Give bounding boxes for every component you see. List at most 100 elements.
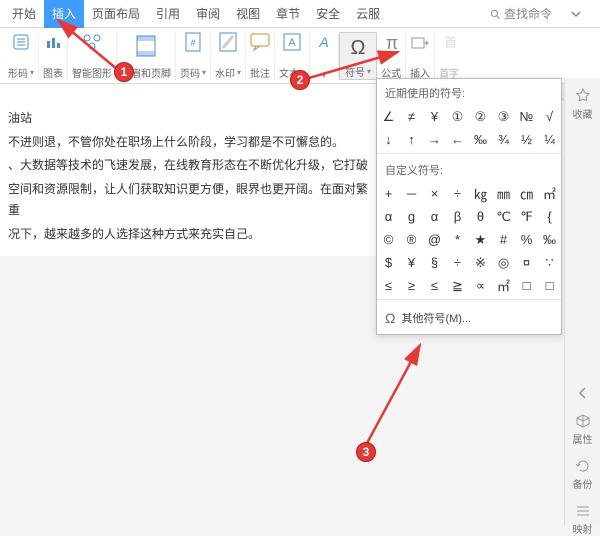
- ribbon-page-number[interactable]: # 页码▾: [176, 32, 211, 80]
- tab-bar: 开始 插入 页面布局 引用 审阅 视图 章节 安全 云服 查找命令: [0, 0, 600, 28]
- tab-cloud[interactable]: 云服: [348, 0, 388, 28]
- symbol-cell[interactable]: α: [423, 205, 446, 228]
- symbol-cell[interactable]: *: [446, 228, 469, 251]
- rail-map[interactable]: 映射: [573, 503, 593, 536]
- symbol-cell[interactable]: ÷: [446, 251, 469, 274]
- rail-favorite[interactable]: 收藏: [573, 88, 593, 121]
- symbol-cell[interactable]: ≤: [423, 274, 446, 297]
- tab-view[interactable]: 视图: [228, 0, 268, 28]
- omega-icon: Ω: [385, 310, 395, 326]
- symbol-cell[interactable]: □: [538, 274, 561, 297]
- symbol-cell[interactable]: ¾: [492, 128, 515, 151]
- tab-start[interactable]: 开始: [4, 0, 44, 28]
- ribbon-formula[interactable]: π 公式: [377, 32, 406, 80]
- document-body[interactable]: 油站 不进则退，不管你处在职场上什么阶段，学习都是不可懈怠的。 、大数据等技术的…: [0, 84, 380, 256]
- symbol-cell[interactable]: □: [515, 274, 538, 297]
- symbol-cell[interactable]: ®: [400, 228, 423, 251]
- rail-backup[interactable]: 备份: [573, 458, 593, 491]
- ribbon: 形码▾ 图表 智能图形 页眉和页脚 # 页码▾ 水印▾ 批注 A 文本▾ A ▾…: [0, 28, 600, 84]
- ribbon-watermark[interactable]: 水印▾: [211, 32, 246, 80]
- more-symbols-button[interactable]: Ω 其他符号(M)...: [377, 302, 561, 334]
- symbol-cell[interactable]: ※: [469, 251, 492, 274]
- symbol-cell[interactable]: №: [515, 105, 538, 128]
- symbol-cell[interactable]: ㎜: [492, 182, 515, 205]
- symbol-cell[interactable]: ¤: [515, 251, 538, 274]
- symbol-cell[interactable]: ★: [469, 228, 492, 251]
- symbol-cell[interactable]: ←: [446, 128, 469, 151]
- refresh-icon: [575, 458, 591, 474]
- tab-page-layout[interactable]: 页面布局: [84, 0, 148, 28]
- chevron-right-icon: [575, 385, 591, 401]
- recent-symbols-grid: ∠≠¥①②③№√ ↓↑→←‰¾½¼: [377, 105, 561, 151]
- symbol-cell[interactable]: ↑: [400, 128, 423, 151]
- symbol-cell[interactable]: $: [377, 251, 400, 274]
- doc-line: 油站: [8, 108, 372, 130]
- symbol-cell[interactable]: ½: [515, 128, 538, 151]
- symbol-cell[interactable]: ≠: [400, 105, 423, 128]
- symbol-cell[interactable]: ∵: [538, 251, 561, 274]
- symbol-cell[interactable]: ①: [446, 105, 469, 128]
- symbol-cell[interactable]: ¼: [538, 128, 561, 151]
- rail-props[interactable]: 属性: [573, 413, 593, 446]
- symbol-cell[interactable]: ㎡: [492, 274, 515, 297]
- more-symbols-label: 其他符号(M)...: [401, 310, 471, 326]
- symbol-cell[interactable]: ②: [469, 105, 492, 128]
- symbol-dropdown-panel: 近期使用的符号: ∠≠¥①②③№√↓↑→←‰¾½¼ 自定义符号: +－×÷㎏㎜㎝…: [376, 78, 562, 335]
- symbol-cell[interactable]: ¥: [400, 251, 423, 274]
- symbol-cell[interactable]: ∠: [377, 105, 400, 128]
- symbol-cell[interactable]: ℃: [492, 205, 515, 228]
- symbol-cell[interactable]: ≥: [400, 274, 423, 297]
- symbol-cell[interactable]: α: [377, 205, 400, 228]
- symbol-cell[interactable]: ∝: [469, 274, 492, 297]
- symbol-cell[interactable]: §: [423, 251, 446, 274]
- symbol-cell[interactable]: {: [538, 205, 561, 228]
- symbol-cell[interactable]: ℉: [515, 205, 538, 228]
- symbol-cell[interactable]: －: [400, 182, 423, 205]
- ribbon-dropcap[interactable]: 首 首字: [435, 32, 463, 80]
- ribbon-art[interactable]: A ▾: [310, 32, 339, 80]
- ribbon-symbol[interactable]: Ω 符号▾: [339, 32, 377, 80]
- symbol-cell[interactable]: ㎏: [469, 182, 492, 205]
- tab-chapter[interactable]: 章节: [268, 0, 308, 28]
- symbol-cell[interactable]: g: [400, 205, 423, 228]
- ribbon-comment[interactable]: 批注: [246, 32, 275, 80]
- tab-security[interactable]: 安全: [308, 0, 348, 28]
- tab-review[interactable]: 审阅: [188, 0, 228, 28]
- svg-text:Ω: Ω: [351, 37, 366, 59]
- ribbon-chart[interactable]: 图表: [39, 32, 68, 80]
- symbol-cell[interactable]: #: [492, 228, 515, 251]
- rail-expand[interactable]: [575, 385, 591, 401]
- symbol-cell[interactable]: ◎: [492, 251, 515, 274]
- symbol-cell[interactable]: ↓: [377, 128, 400, 151]
- tab-references[interactable]: 引用: [148, 0, 188, 28]
- symbol-cell[interactable]: ©: [377, 228, 400, 251]
- symbol-cell[interactable]: ‰: [469, 128, 492, 151]
- symbol-cell[interactable]: ×: [423, 182, 446, 205]
- symbol-cell[interactable]: √: [538, 105, 561, 128]
- tab-insert[interactable]: 插入: [44, 0, 84, 28]
- symbol-cell[interactable]: ÷: [446, 182, 469, 205]
- symbol-cell[interactable]: →: [423, 128, 446, 151]
- ribbon-header-footer[interactable]: 页眉和页脚: [117, 32, 176, 80]
- svg-text:首: 首: [444, 35, 457, 50]
- command-search[interactable]: 查找命令: [490, 5, 560, 22]
- symbol-cell[interactable]: ③: [492, 105, 515, 128]
- symbol-cell[interactable]: θ: [469, 205, 492, 228]
- right-rail: 收藏 属性 备份 映射: [564, 78, 600, 526]
- ribbon-smart-shape[interactable]: 智能图形: [68, 32, 117, 80]
- symbol-cell[interactable]: +: [377, 182, 400, 205]
- symbol-cell[interactable]: ≤: [377, 274, 400, 297]
- symbol-cell[interactable]: β: [446, 205, 469, 228]
- symbol-cell[interactable]: @: [423, 228, 446, 251]
- symbol-cell[interactable]: ¥: [423, 105, 446, 128]
- symbol-cell[interactable]: ㎡: [538, 182, 561, 205]
- caret-icon[interactable]: [570, 8, 582, 20]
- symbol-cell[interactable]: %: [515, 228, 538, 251]
- ribbon-insert-obj[interactable]: 插入: [406, 32, 435, 80]
- ribbon-textbox[interactable]: A 文本▾: [275, 32, 310, 80]
- symbol-cell[interactable]: ㎝: [515, 182, 538, 205]
- symbol-cell[interactable]: ≧: [446, 274, 469, 297]
- symbol-cell[interactable]: ‰: [538, 228, 561, 251]
- ribbon-shape-code[interactable]: 形码▾: [4, 32, 39, 80]
- recent-symbols-title: 近期使用的符号:: [377, 79, 561, 105]
